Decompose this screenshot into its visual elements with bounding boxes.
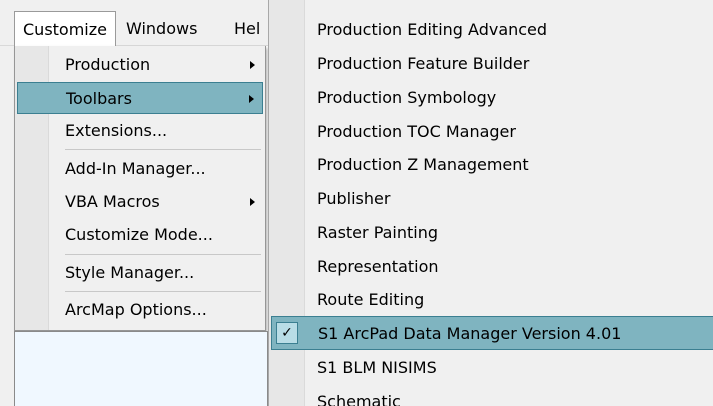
menu-item-label: Production xyxy=(65,55,151,74)
toolbar-item-label: S1 BLM NISIMS xyxy=(317,358,437,377)
menu-separator xyxy=(65,291,261,292)
toolbar-item-label: Raster Painting xyxy=(317,223,439,242)
menu-item-label: Customize Mode... xyxy=(65,225,213,244)
toolbars-submenu: Production Editing Advanced Production F… xyxy=(268,0,713,406)
submenu-arrow-icon xyxy=(250,61,255,69)
toolbar-item[interactable]: Production TOC Manager xyxy=(271,115,713,149)
menu-item-customize-mode[interactable]: Customize Mode... xyxy=(17,219,263,251)
submenu-arrow-icon xyxy=(249,95,254,103)
toolbar-item-label: Production TOC Manager xyxy=(317,122,516,141)
toolbar-item-label: Production Editing Advanced xyxy=(317,20,548,39)
menubar: Customize Windows Hel xyxy=(0,0,268,47)
toolbar-item[interactable]: Route Editing xyxy=(271,283,713,317)
customize-dropdown: Production Toolbars Extensions... Add-In… xyxy=(14,46,266,331)
toolbar-item[interactable]: Production Feature Builder xyxy=(271,47,713,81)
toolbar-item[interactable]: Production Z Management xyxy=(271,148,713,182)
submenu-arrow-icon xyxy=(250,198,255,206)
menu-separator xyxy=(65,149,261,150)
toolbar-item[interactable]: Raster Painting xyxy=(271,216,713,250)
menu-item-label: Toolbars xyxy=(66,89,132,108)
toolbar-item-label: Production Symbology xyxy=(317,88,497,107)
menu-item-label: Add-In Manager... xyxy=(65,159,206,178)
menu-item-toolbars[interactable]: Toolbars xyxy=(17,82,263,114)
menu-item-vba-macros[interactable]: VBA Macros xyxy=(17,186,263,218)
toolbar-item-s1-arcpad[interactable]: ✓ S1 ArcPad Data Manager Version 4.01 xyxy=(271,316,713,350)
toolbar-item[interactable]: Publisher xyxy=(271,182,713,216)
menu-help[interactable]: Hel xyxy=(226,12,268,46)
toolbar-item[interactable]: S1 BLM NISIMS xyxy=(271,351,713,385)
menu-item-label: Style Manager... xyxy=(65,263,195,282)
toolbar-item[interactable]: Production Symbology xyxy=(271,81,713,115)
toolbar-item[interactable]: Representation xyxy=(271,250,713,284)
toolbar-item-label: Schematic xyxy=(317,392,401,406)
toolbar-item-label: Representation xyxy=(317,257,439,276)
menu-item-style-manager[interactable]: Style Manager... xyxy=(17,257,263,289)
toolbar-item-label: Route Editing xyxy=(317,290,425,309)
toolbar-item-label: Publisher xyxy=(317,189,391,208)
menu-item-label: VBA Macros xyxy=(65,192,160,211)
menu-separator xyxy=(65,254,261,255)
toolbar-item[interactable]: Production Editing Advanced xyxy=(271,13,713,47)
window-left-edge xyxy=(0,46,14,406)
menu-item-add-in-manager[interactable]: Add-In Manager... xyxy=(17,153,263,185)
menu-item-label: Extensions... xyxy=(65,121,168,140)
toolbar-item-label: S1 ArcPad Data Manager Version 4.01 xyxy=(318,324,622,343)
menu-windows[interactable]: Windows xyxy=(118,12,205,46)
menu-item-arcmap-options[interactable]: ArcMap Options... xyxy=(17,294,263,326)
toolbar-item-label: Production Z Management xyxy=(317,155,529,174)
window-content-area xyxy=(14,331,268,406)
toolbar-item[interactable]: Schematic xyxy=(271,385,713,406)
menu-item-extensions[interactable]: Extensions... xyxy=(17,115,263,147)
menu-customize[interactable]: Customize xyxy=(14,11,116,47)
menu-item-production[interactable]: Production xyxy=(17,49,263,81)
checkmark-icon: ✓ xyxy=(276,322,298,344)
menu-item-label: ArcMap Options... xyxy=(65,300,207,319)
toolbar-item-label: Production Feature Builder xyxy=(317,54,530,73)
